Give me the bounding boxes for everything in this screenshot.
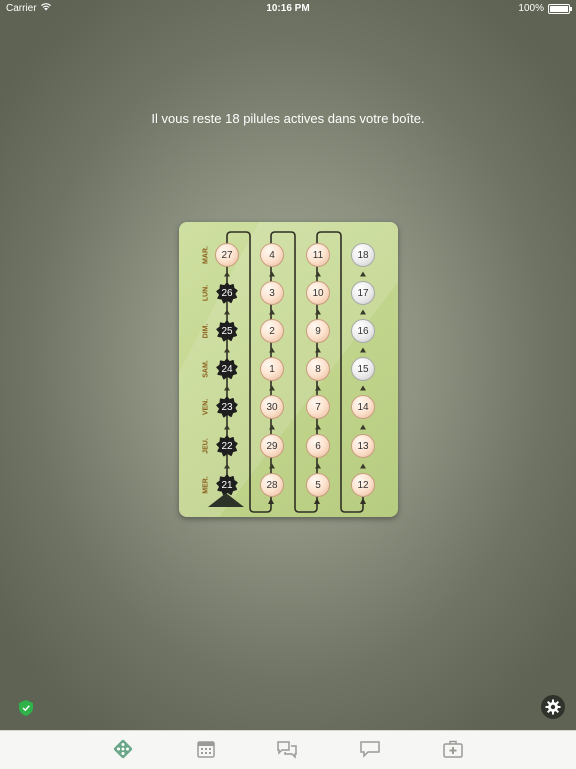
direction-arrow xyxy=(315,309,321,315)
pill-active[interactable]: 10 xyxy=(306,281,330,305)
direction-arrow xyxy=(224,309,230,315)
pill-active[interactable]: 6 xyxy=(306,434,330,458)
direction-arrow xyxy=(360,271,366,277)
tab-medical-kit[interactable] xyxy=(441,738,465,760)
pill-active[interactable]: 14 xyxy=(351,395,375,419)
battery-percent: 100% xyxy=(518,3,544,14)
direction-arrow xyxy=(360,347,366,353)
direction-arrow xyxy=(315,463,321,468)
status-bar: Carrier 10:16 PM 100% xyxy=(0,0,576,18)
direction-arrow xyxy=(315,347,321,353)
direction-arrow xyxy=(224,347,230,353)
pill-active[interactable]: 1 xyxy=(260,357,284,381)
settings-button[interactable] xyxy=(541,695,565,719)
day-label: MAR. xyxy=(202,246,210,264)
shield-icon[interactable] xyxy=(19,700,33,716)
pill-active[interactable]: 8 xyxy=(306,357,330,381)
pill-active[interactable]: 9 xyxy=(306,319,330,343)
start-marker xyxy=(208,493,244,507)
pill-active[interactable]: 27 xyxy=(215,243,239,267)
direction-arrow xyxy=(269,424,275,429)
pill-active[interactable]: 12 xyxy=(351,473,375,497)
day-label: LUN. xyxy=(202,284,210,302)
blister-pack: MAR. LUN. DIM. SAM. VEN. JEU. MER. 27 26 25 24 23 2… xyxy=(179,222,398,517)
pill-active[interactable]: 2 xyxy=(260,319,284,343)
direction-arrow xyxy=(315,271,321,277)
day-label: MER. xyxy=(202,476,210,494)
pill-active[interactable]: 28 xyxy=(260,473,284,497)
pill-placebo[interactable]: 16 xyxy=(351,319,375,343)
direction-arrow xyxy=(224,385,230,391)
direction-arrow xyxy=(315,424,321,429)
medical-kit-icon xyxy=(443,740,463,758)
pill-pack-icon xyxy=(113,739,133,759)
day-label: JEU. xyxy=(202,438,210,454)
direction-arrow xyxy=(269,385,275,391)
pill-active[interactable]: 5 xyxy=(306,473,330,497)
direction-arrow xyxy=(269,463,275,468)
direction-arrow xyxy=(224,463,230,468)
direction-arrow xyxy=(360,463,366,468)
tab-calendar[interactable] xyxy=(194,738,218,760)
pill-placebo[interactable]: 17 xyxy=(351,281,375,305)
direction-arrow xyxy=(269,271,275,277)
direction-arrow xyxy=(360,424,366,429)
tab-chat[interactable] xyxy=(275,738,299,760)
gear-icon xyxy=(545,699,561,715)
day-label: VEN. xyxy=(202,398,210,416)
pill-active[interactable]: 4 xyxy=(260,243,284,267)
pill-placebo[interactable]: 15 xyxy=(351,357,375,381)
status-time: 10:16 PM xyxy=(266,3,310,14)
battery-icon xyxy=(548,3,572,14)
direction-arrow xyxy=(224,424,230,429)
tab-comment[interactable] xyxy=(358,738,382,760)
direction-arrow xyxy=(360,385,366,391)
remaining-pills-message: Il vous reste 18 pilules actives dans vo… xyxy=(151,111,425,126)
calendar-icon xyxy=(197,741,215,758)
tab-bar xyxy=(0,730,576,769)
direction-arrow xyxy=(224,271,230,277)
pill-active[interactable]: 3 xyxy=(260,281,284,305)
pill-active[interactable]: 7 xyxy=(306,395,330,419)
direction-arrow xyxy=(269,347,275,353)
pill-active[interactable]: 30 xyxy=(260,395,284,419)
chat-bubbles-icon xyxy=(277,741,297,759)
status-right: 100% xyxy=(518,3,572,14)
direction-arrow xyxy=(360,309,366,315)
direction-arrow xyxy=(315,385,321,391)
day-label: DIM. xyxy=(202,323,210,339)
pill-active[interactable]: 13 xyxy=(351,434,375,458)
pill-active[interactable]: 11 xyxy=(306,243,330,267)
comment-icon xyxy=(360,741,380,758)
pill-placebo[interactable]: 18 xyxy=(351,243,375,267)
direction-arrow xyxy=(269,309,275,315)
tab-pill-pack[interactable] xyxy=(111,738,135,760)
pill-active[interactable]: 29 xyxy=(260,434,284,458)
day-label: SAM. xyxy=(202,360,210,378)
